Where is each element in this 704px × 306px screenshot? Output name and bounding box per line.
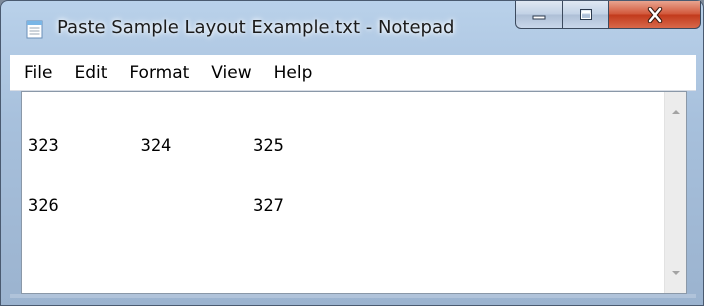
menu-bar: File Edit Format View Help [10, 55, 696, 91]
maximize-icon [579, 8, 592, 20]
maximize-button[interactable] [563, 1, 609, 29]
scroll-down-arrow-icon [671, 271, 680, 275]
menu-format[interactable]: Format [121, 63, 197, 83]
window-title: Paste Sample Layout Example.txt - Notepa… [57, 17, 455, 38]
notepad-window: Paste Sample Layout Example.txt - Notepa… [0, 0, 704, 306]
minimize-icon [532, 15, 546, 19]
editor-line: 326 327 [28, 196, 284, 216]
scroll-down-button[interactable] [665, 263, 686, 283]
vertical-scrollbar[interactable] [664, 92, 686, 293]
menu-file[interactable]: File [24, 63, 60, 83]
minimize-button[interactable] [515, 1, 563, 29]
editor-text-area[interactable]: 323 324 325 326 327 [28, 96, 664, 293]
menu-edit[interactable]: Edit [66, 63, 115, 83]
editor-line: 323 324 325 [28, 136, 284, 156]
text-editor[interactable]: 323 324 325 326 327 [21, 91, 687, 294]
scroll-up-arrow-icon [671, 110, 680, 114]
notepad-icon [26, 20, 43, 39]
menu-view[interactable]: View [203, 63, 259, 83]
scroll-up-button[interactable] [665, 102, 686, 122]
close-icon [647, 6, 662, 23]
close-button[interactable] [609, 1, 701, 29]
title-bar[interactable]: Paste Sample Layout Example.txt - Notepa… [1, 1, 703, 47]
caption-buttons [515, 1, 701, 31]
window-bottom-frame [10, 294, 696, 298]
menu-help[interactable]: Help [266, 63, 321, 83]
